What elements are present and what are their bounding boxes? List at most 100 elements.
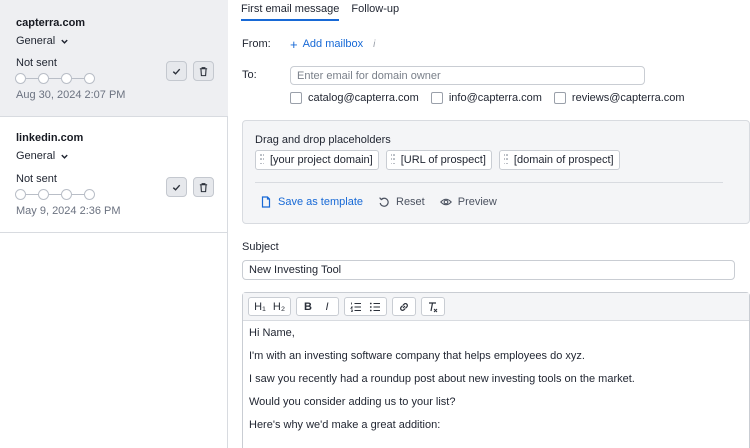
bullet-list-icon	[369, 302, 380, 311]
ordered-list-button[interactable]	[348, 299, 364, 314]
tab-follow-up[interactable]: Follow-up	[351, 0, 399, 21]
delete-button[interactable]	[193, 61, 214, 81]
step-dot	[61, 73, 72, 84]
link-button[interactable]	[396, 299, 412, 314]
info-icon[interactable]: i	[373, 39, 375, 50]
document-icon	[261, 196, 271, 208]
checkbox[interactable]	[430, 92, 443, 104]
clear-format-button[interactable]	[425, 299, 441, 314]
reset-label: Reset	[396, 196, 425, 208]
preview-label: Preview	[457, 196, 497, 208]
clear-format-icon	[429, 301, 438, 312]
category-dropdown[interactable]: General	[16, 35, 69, 47]
tab-first-email[interactable]: First email message	[241, 0, 340, 21]
category-label: General	[16, 35, 56, 47]
subject-input[interactable]: New Investing Tool	[242, 260, 735, 280]
checkbox[interactable]	[553, 92, 566, 104]
placeholder-chip-url-prospect[interactable]: [URL of prospect]	[385, 150, 492, 170]
card-domain: linkedin.com	[16, 132, 84, 144]
body-line: I'm with an investing software company t…	[249, 350, 585, 362]
from-label: From:	[242, 38, 271, 50]
progress-steps	[15, 189, 95, 200]
link-group	[392, 297, 416, 316]
italic-button[interactable]: I	[319, 299, 335, 314]
step-dot	[15, 73, 26, 84]
eye-icon	[439, 198, 452, 206]
reset-button[interactable]: Reset	[378, 196, 425, 208]
email-body-text[interactable]: Hi Name, I'm with an investing software …	[243, 321, 749, 448]
check-icon	[172, 68, 181, 75]
placeholder-chip-project-domain[interactable]: [your project domain]	[255, 150, 379, 170]
clear-format-group	[421, 297, 445, 316]
body-line: Hi Name,	[249, 327, 295, 339]
subject-label: Subject	[242, 241, 279, 253]
heading-2-button[interactable]: H₂	[271, 299, 287, 314]
drag-handle-icon[interactable]	[260, 154, 264, 166]
chip-label: [URL of prospect]	[400, 154, 486, 166]
step-dot	[61, 189, 72, 200]
prospect-card[interactable]: capterra.com General Not sent Aug 30, 20…	[0, 0, 228, 117]
chip-label: [domain of prospect]	[513, 154, 614, 166]
body-line: I saw you recently had a roundup post ab…	[249, 373, 635, 385]
suggestion-catalog[interactable]: catalog@capterra.com	[290, 92, 419, 104]
suggestion-info[interactable]: info@capterra.com	[430, 92, 542, 104]
ordered-list-icon	[350, 302, 361, 312]
add-mailbox-button[interactable]: + Add mailbox i	[290, 38, 375, 51]
to-label: To:	[242, 69, 257, 81]
chip-label: [your project domain]	[270, 154, 373, 166]
to-email-input[interactable]: Enter email for domain owner	[290, 66, 645, 85]
card-date: Aug 30, 2024 2:07 PM	[16, 89, 126, 101]
prospect-sidebar: capterra.com General Not sent Aug 30, 20…	[0, 0, 228, 448]
chevron-down-icon	[61, 154, 68, 159]
trash-icon	[199, 66, 208, 76]
check-icon	[172, 184, 181, 191]
save-template-label: Save as template	[278, 196, 363, 208]
drag-handle-icon[interactable]	[390, 154, 395, 166]
placeholders-title: Drag and drop placeholders	[255, 134, 391, 146]
drag-handle-icon[interactable]	[503, 154, 508, 166]
card-domain: capterra.com	[16, 17, 86, 29]
mark-sent-button[interactable]	[166, 61, 187, 81]
add-mailbox-label: Add mailbox	[302, 38, 364, 50]
step-dot	[84, 189, 95, 200]
prospect-card[interactable]: linkedin.com General Not sent May 9, 202…	[0, 117, 228, 233]
email-outreach-screen: capterra.com General Not sent Aug 30, 20…	[0, 0, 750, 448]
heading-group: H₁ H₂	[248, 297, 291, 316]
step-dot	[15, 189, 26, 200]
step-dot	[84, 73, 95, 84]
suggestion-label: reviews@capterra.com	[571, 92, 685, 104]
email-suggestions: catalog@capterra.com info@capterra.com r…	[290, 92, 697, 104]
email-body-editor[interactable]: H₁ H₂ B I Hi Name, I'm with an investing…	[242, 292, 750, 448]
step-dot	[38, 73, 49, 84]
format-group: B I	[296, 297, 339, 316]
bold-button[interactable]: B	[300, 299, 316, 314]
trash-icon	[199, 182, 208, 192]
link-icon	[400, 302, 408, 311]
mark-sent-button[interactable]	[166, 177, 187, 197]
status-text: Not sent	[16, 173, 57, 185]
placeholders-panel: Drag and drop placeholders [your project…	[242, 120, 750, 224]
progress-steps	[15, 73, 95, 84]
step-dot	[38, 189, 49, 200]
delete-button[interactable]	[193, 177, 214, 197]
status-text: Not sent	[16, 57, 57, 69]
bullet-list-button[interactable]	[367, 299, 383, 314]
category-dropdown[interactable]: General	[16, 150, 69, 162]
body-line: Would you consider adding us to your lis…	[249, 396, 456, 408]
divider	[255, 182, 723, 183]
suggestion-label: catalog@capterra.com	[308, 92, 419, 104]
suggestion-label: info@capterra.com	[448, 92, 542, 104]
email-composer: First email message Follow-up From: + Ad…	[229, 0, 750, 448]
placeholder-chip-domain-prospect[interactable]: [domain of prospect]	[498, 150, 620, 170]
message-tabs: First email message Follow-up	[241, 0, 399, 21]
suggestion-reviews[interactable]: reviews@capterra.com	[553, 92, 685, 104]
category-label: General	[16, 150, 56, 162]
chevron-down-icon	[61, 39, 68, 44]
save-template-button[interactable]: Save as template	[260, 196, 363, 208]
editor-toolbar: H₁ H₂ B I	[243, 293, 749, 321]
preview-button[interactable]: Preview	[439, 196, 497, 208]
card-date: May 9, 2024 2:36 PM	[16, 205, 121, 217]
list-group	[344, 297, 387, 316]
heading-1-button[interactable]: H₁	[252, 299, 268, 314]
checkbox[interactable]	[290, 92, 302, 104]
